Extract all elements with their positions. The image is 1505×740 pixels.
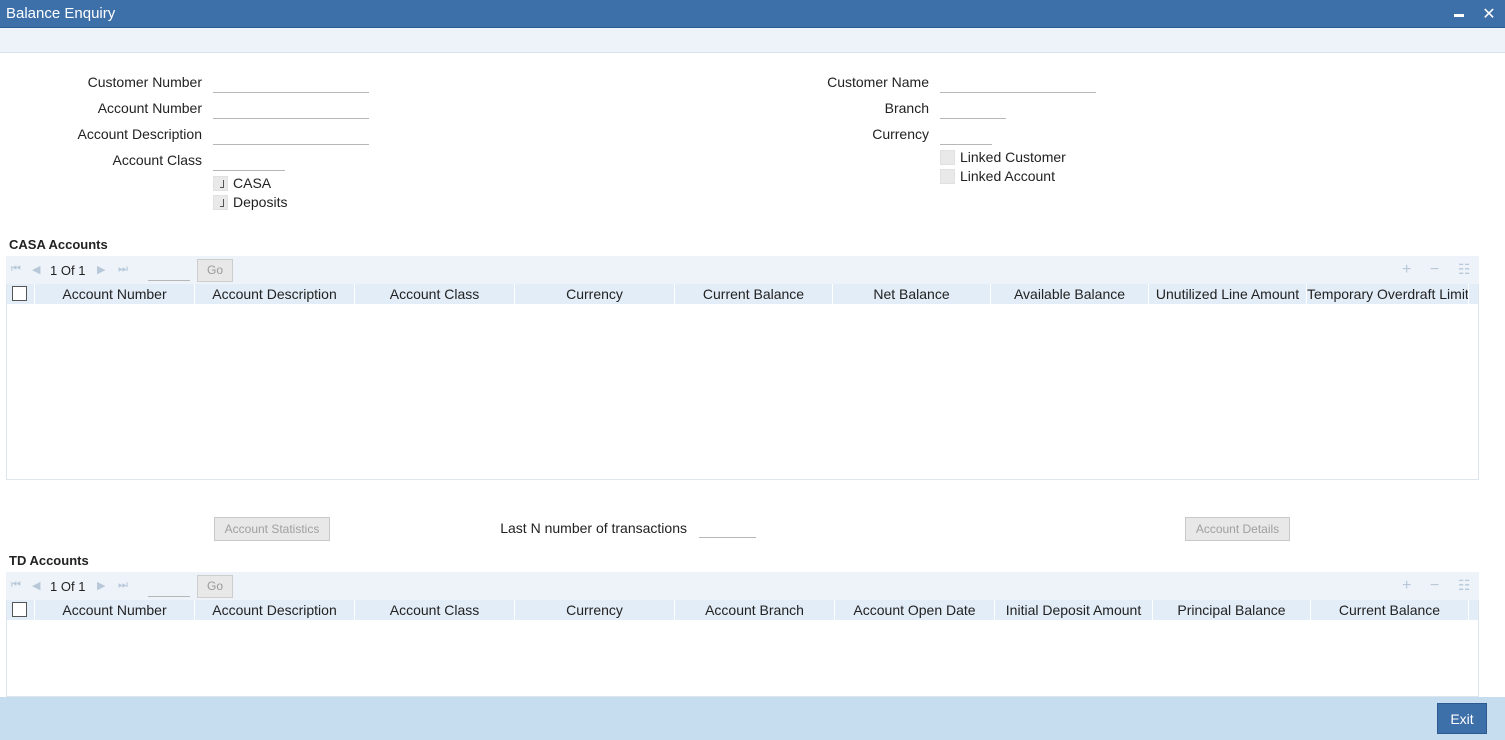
casa-option[interactable]: CASA	[213, 175, 271, 191]
close-icon[interactable]: ✕	[1478, 3, 1500, 25]
account-description-label: Account Description	[77, 126, 202, 142]
casa-grid-header: Account Number Account Description Accou…	[7, 284, 1478, 304]
window-title: Balance Enquiry	[6, 5, 116, 22]
first-page-icon[interactable]: ⏮	[11, 263, 21, 276]
page-indicator: 1 Of 1	[50, 579, 85, 594]
single-view-icon[interactable]: ☷	[1458, 577, 1471, 594]
total-pages: 1	[78, 579, 86, 594]
total-pages: 1	[78, 263, 86, 278]
linked-account-label: Linked Account	[960, 168, 1055, 184]
page-indicator: 1 Of 1	[50, 263, 85, 278]
previous-page-icon[interactable]: ◀	[32, 579, 40, 592]
linked-customer-option[interactable]: Linked Customer	[940, 149, 1066, 165]
linked-customer-label: Linked Customer	[960, 149, 1066, 165]
column-header[interactable]: Initial Deposit Amount	[995, 600, 1153, 620]
deposits-label: Deposits	[233, 194, 288, 210]
account-number-label: Account Number	[97, 100, 202, 116]
add-row-icon[interactable]: +	[1402, 577, 1411, 595]
account-class-field[interactable]	[213, 151, 285, 171]
page-number-input[interactable]	[148, 577, 190, 597]
column-header[interactable]: Current Balance	[1311, 600, 1469, 620]
column-header[interactable]: Current Balance	[675, 284, 833, 304]
column-header[interactable]: Temporary Overdraft Limit	[1307, 284, 1469, 304]
last-page-icon[interactable]: ⏭	[118, 263, 128, 276]
title-bar: Balance Enquiry ▬ ✕	[0, 0, 1505, 28]
column-header[interactable]: Account Branch	[675, 600, 835, 620]
linked-customer-checkbox[interactable]	[940, 149, 955, 165]
branch-label: Branch	[884, 100, 929, 116]
next-page-icon[interactable]: ▶	[97, 579, 105, 592]
casa-checkbox[interactable]	[213, 175, 228, 191]
go-button[interactable]: Go	[197, 259, 233, 282]
column-header[interactable]: Currency	[515, 284, 675, 304]
customer-number-field[interactable]	[213, 73, 369, 93]
account-description-field[interactable]	[213, 125, 369, 145]
delete-row-icon[interactable]: −	[1430, 261, 1439, 279]
td-pager: ⏮ ◀ 1 Of 1 ▶ ⏭ Go + − ☷	[6, 572, 1479, 600]
column-header[interactable]: Account Open Date	[835, 600, 995, 620]
customer-number-label: Customer Number	[87, 74, 202, 90]
td-accounts-title: TD Accounts	[9, 553, 89, 568]
go-button[interactable]: Go	[197, 575, 233, 598]
casa-label: CASA	[233, 175, 272, 191]
td-grid-header: Account Number Account Description Accou…	[7, 600, 1478, 620]
page-number-input[interactable]	[148, 261, 190, 281]
single-view-icon[interactable]: ☷	[1458, 261, 1471, 278]
column-header[interactable]: Principal Balance	[1153, 600, 1311, 620]
casa-accounts-title: CASA Accounts	[9, 237, 108, 252]
account-statistics-button[interactable]: Account Statistics	[214, 517, 330, 541]
casa-accounts-grid: Account Number Account Description Accou…	[6, 284, 1479, 480]
deposits-checkbox[interactable]	[213, 194, 228, 210]
customer-name-field[interactable]	[940, 73, 1096, 93]
column-header[interactable]: Currency	[515, 600, 675, 620]
select-all-checkbox[interactable]	[7, 284, 35, 304]
linked-account-option[interactable]: Linked Account	[940, 168, 1055, 184]
deposits-option[interactable]: Deposits	[213, 194, 287, 210]
column-header[interactable]: Unutilized Line Amount	[1149, 284, 1307, 304]
exit-button[interactable]: Exit	[1437, 703, 1487, 734]
last-n-transactions-label: Last N number of transactions	[500, 520, 687, 536]
column-header[interactable]: Account Number	[35, 600, 195, 620]
of-label: Of	[60, 263, 75, 278]
column-header[interactable]: Account Description	[195, 600, 355, 620]
select-all-checkbox[interactable]	[7, 600, 35, 620]
current-page: 1	[50, 579, 58, 594]
currency-field[interactable]	[940, 125, 992, 145]
footer-bar: Exit	[0, 697, 1505, 740]
first-page-icon[interactable]: ⏮	[11, 579, 21, 592]
customer-name-label: Customer Name	[827, 74, 929, 90]
td-accounts-grid: Account Number Account Description Accou…	[6, 600, 1479, 697]
column-header[interactable]: Account Description	[195, 284, 355, 304]
last-n-transactions-field[interactable]	[699, 518, 756, 538]
column-header[interactable]: Available Balance	[991, 284, 1149, 304]
delete-row-icon[interactable]: −	[1430, 577, 1439, 595]
account-details-button[interactable]: Account Details	[1185, 517, 1290, 541]
account-number-field[interactable]	[213, 99, 369, 119]
current-page: 1	[50, 263, 58, 278]
toolbar-strip	[0, 28, 1505, 53]
account-class-label: Account Class	[112, 152, 202, 168]
casa-pager: ⏮ ◀ 1 Of 1 ▶ ⏭ Go + − ☷	[6, 256, 1479, 284]
currency-label: Currency	[872, 126, 929, 142]
of-label: Of	[60, 579, 75, 594]
last-page-icon[interactable]: ⏭	[118, 579, 128, 592]
branch-field[interactable]	[940, 99, 1006, 119]
column-header[interactable]: Net Balance	[833, 284, 991, 304]
linked-account-checkbox[interactable]	[940, 168, 955, 184]
minimize-icon[interactable]: ▬	[1448, 3, 1470, 25]
column-header[interactable]: Account Number	[35, 284, 195, 304]
next-page-icon[interactable]: ▶	[97, 263, 105, 276]
previous-page-icon[interactable]: ◀	[32, 263, 40, 276]
column-header[interactable]: Account Class	[355, 284, 515, 304]
column-header[interactable]: Account Class	[355, 600, 515, 620]
add-row-icon[interactable]: +	[1402, 261, 1411, 279]
